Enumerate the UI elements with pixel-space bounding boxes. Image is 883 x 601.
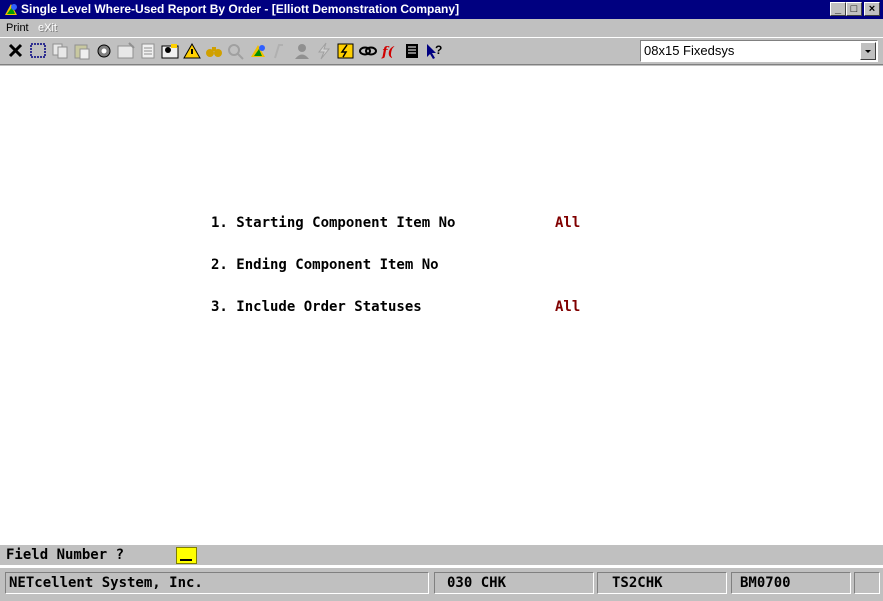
minimize-button[interactable]: _ — [830, 2, 846, 16]
svg-text:f(: f( — [381, 45, 395, 60]
status-segment-3: BM0700 — [731, 572, 851, 594]
field-1-value[interactable]: All — [555, 214, 580, 232]
title-bar[interactable]: Single Level Where-Used Report By Order … — [0, 0, 883, 19]
user-icon[interactable] — [291, 41, 313, 61]
close-button[interactable]: × — [864, 2, 880, 16]
search-magnifier-icon[interactable] — [225, 41, 247, 61]
terminal-screen: 1. Starting Component Item No All 2. End… — [0, 66, 883, 570]
field-number-prompt: Field Number ? — [6, 547, 125, 563]
app-icon — [3, 2, 19, 17]
paste-icon[interactable] — [71, 41, 93, 61]
script-icon[interactable] — [269, 41, 291, 61]
status-segment-2: TS2CHK — [597, 572, 727, 594]
window-title: Single Level Where-Used Report By Order … — [21, 2, 460, 16]
field-1-label: 1. Starting Component Item No — [211, 215, 456, 231]
select-box-icon[interactable] — [27, 41, 49, 61]
status-segment-1: 030 CHK — [434, 572, 594, 594]
warning-icon[interactable] — [181, 41, 203, 61]
maximize-button[interactable]: □ — [846, 2, 862, 16]
copy-icon[interactable] — [49, 41, 71, 61]
batch-icon[interactable] — [335, 41, 357, 61]
field-3-label: 3. Include Order Statuses — [211, 299, 422, 315]
application-window: Single Level Where-Used Report By Order … — [0, 0, 883, 601]
svg-text:?: ? — [435, 43, 442, 57]
user-card-icon[interactable] — [159, 41, 181, 61]
toolbar: f( ? 08x15 Fixedsys — [0, 37, 883, 65]
status-bar: NETcellent System, Inc. 030 CHK TS2CHK B… — [0, 568, 883, 598]
delete-x-icon[interactable] — [5, 41, 27, 61]
help-arrow-icon[interactable]: ? — [423, 41, 445, 61]
settings-gear-icon[interactable] — [93, 41, 115, 61]
field-3-value[interactable]: All — [555, 298, 580, 316]
prompt-bar: Field Number ? — [0, 545, 883, 565]
field-2-label: 2. Ending Component Item No — [211, 257, 439, 273]
calculator-icon[interactable] — [401, 41, 423, 61]
font-select-value: 08x15 Fixedsys — [644, 43, 735, 58]
font-select[interactable]: 08x15 Fixedsys — [640, 40, 878, 62]
lightning-icon[interactable] — [313, 41, 335, 61]
link-icon[interactable] — [357, 41, 379, 61]
menu-exit[interactable]: eXit — [38, 21, 57, 35]
status-company: NETcellent System, Inc. — [5, 572, 429, 594]
macro-icon[interactable] — [247, 41, 269, 61]
status-grip[interactable] — [854, 572, 880, 594]
field-number-input[interactable] — [176, 547, 197, 564]
function-icon[interactable]: f( — [379, 41, 401, 61]
binoculars-icon[interactable] — [203, 41, 225, 61]
notepad-icon[interactable] — [137, 41, 159, 61]
menu-bar: Print eXit — [0, 19, 883, 37]
menu-print[interactable]: Print — [6, 21, 29, 35]
properties-icon[interactable] — [115, 41, 137, 61]
chevron-down-icon[interactable] — [860, 42, 876, 60]
